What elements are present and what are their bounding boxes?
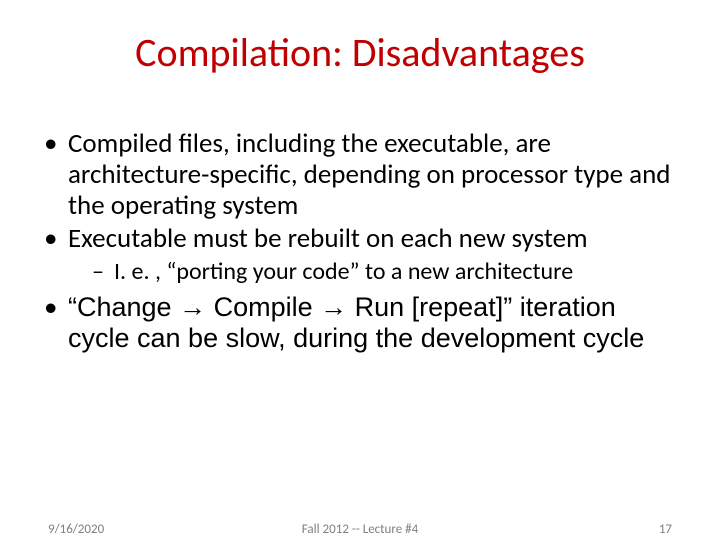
bullet-text: Executable must be rebuilt on each new s… [68,222,588,255]
bullet-list: Compiled files, including the executable… [44,128,684,354]
slide-title: Compilation: Disadvantages [0,28,720,77]
bullet-item: Compiled files, including the executable… [44,128,684,221]
sub-bullet-list: I. e. , “porting your code” to a new arc… [68,258,684,286]
sub-bullet-text: I. e. , “porting your code” to a new arc… [114,257,573,286]
bullet-item: Executable must be rebuilt on each new s… [44,223,684,286]
footer-lecture: Fall 2012 -- Lecture #4 [48,522,672,537]
sub-bullet-item: I. e. , “porting your code” to a new arc… [68,258,684,286]
bullet-text: “Change → Compile → Run [repeat]” iterat… [68,292,644,353]
bullet-text: Compiled files, including the executable… [68,127,670,222]
footer-page-number: 17 [659,522,672,537]
bullet-item: “Change → Compile → Run [repeat]” iterat… [44,292,684,354]
slide-body: Compiled files, including the executable… [44,128,684,356]
slide: Compilation: Disadvantages Compiled file… [0,0,720,540]
